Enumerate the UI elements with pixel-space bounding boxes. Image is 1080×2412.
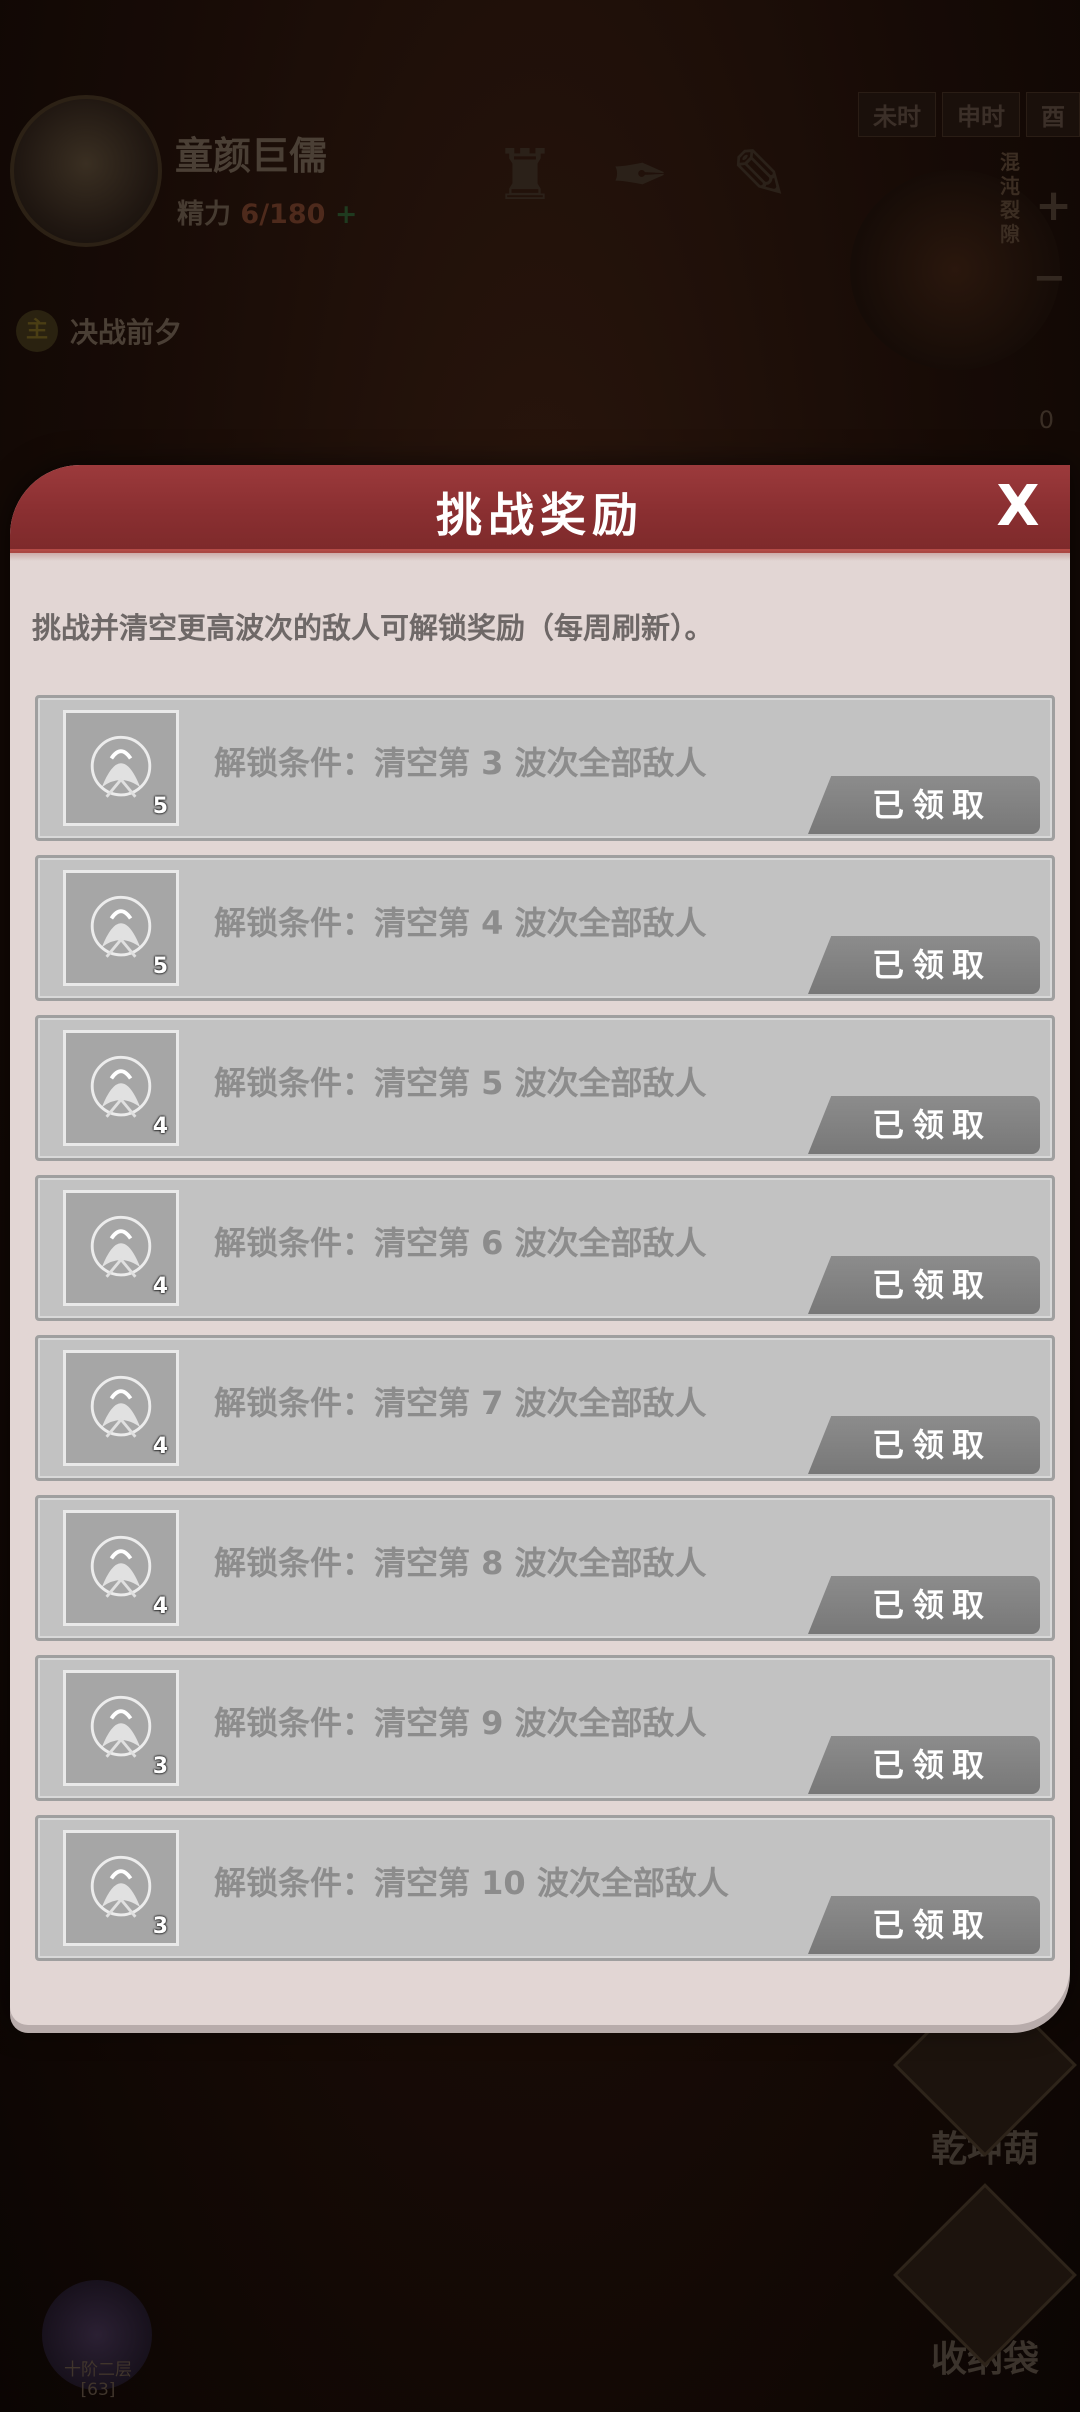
qiankun-button[interactable]: 乾坤葫 [893,1973,1077,2172]
side-vertical-label: 混沌裂隙 [1000,150,1020,246]
unlock-condition: 解锁条件：清空第 5 波次全部敌人 [214,1064,707,1102]
claimed-button[interactable]: 已领取 [808,1736,1040,1794]
player-name: 童颜巨儒 [175,133,328,178]
item-count: 3 [152,1754,168,1779]
reward-item[interactable]: 3 [63,1670,179,1786]
reward-item[interactable]: 4 [63,1510,179,1626]
reward-list[interactable]: 5 解锁条件：清空第 3 波次全部敌人 已领取 5 解锁条件：清空第 4 波次全… [25,695,1060,1985]
item-count: 4 [152,1434,168,1459]
stamina-plus-button[interactable]: + [335,199,358,230]
unlock-condition: 解锁条件：清空第 9 波次全部敌人 [214,1704,707,1742]
realm-level: [63] [80,2380,116,2400]
storage-button[interactable]: 收纳袋 [893,2183,1077,2382]
reward-row: 5 解锁条件：清空第 4 波次全部敌人 已领取 [35,855,1055,1001]
bell-icon[interactable]: ♜ [485,130,565,220]
claimed-button[interactable]: 已领取 [808,1096,1040,1154]
modal-title: 挑战奖励 [436,488,644,542]
modal-description: 挑战并清空更高波次的敌人可解锁奖励（每周刷新）。 [32,611,714,645]
reward-item[interactable]: 3 [63,1830,179,1946]
counter-value: 0 [1038,406,1054,434]
scroll-icon[interactable]: ✒ [600,130,680,220]
unlock-condition: 解锁条件：清空第 8 波次全部敌人 [214,1544,707,1582]
reward-row: 3 解锁条件：清空第 9 波次全部敌人 已领取 [35,1655,1055,1801]
claimed-button[interactable]: 已领取 [808,1896,1040,1954]
time-tab[interactable]: 申时 [942,92,1020,137]
zoom-out-icon[interactable]: − [1032,255,1066,301]
reward-row: 3 解锁条件：清空第 10 波次全部敌人 已领取 [35,1815,1055,1961]
item-count: 4 [152,1594,168,1619]
time-tab[interactable]: 未时 [858,92,936,137]
reward-row: 4 解锁条件：清空第 8 波次全部敌人 已领取 [35,1495,1055,1641]
realm-label: 十阶二层 [63] [48,2360,148,2400]
time-tab[interactable]: 酉 [1026,92,1080,137]
item-count: 3 [152,1914,168,1939]
book-icon[interactable]: ✎ [720,130,800,220]
modal-header: 挑战奖励 X [10,465,1070,561]
stamina-label: 精力 [177,199,231,230]
close-icon[interactable]: X [988,477,1048,537]
zoom-in-icon[interactable]: + [1035,180,1072,231]
challenge-reward-modal: 挑战奖励 X 挑战并清空更高波次的敌人可解锁奖励（每周刷新）。 5 解锁条件：清… [10,465,1070,2025]
reward-row: 5 解锁条件：清空第 3 波次全部敌人 已领取 [35,695,1055,841]
unlock-condition: 解锁条件：清空第 4 波次全部敌人 [214,904,707,942]
player-avatar[interactable] [10,95,162,247]
item-count: 5 [152,954,168,979]
realm-name: 十阶二层 [64,2360,132,2380]
reward-item[interactable]: 4 [63,1190,179,1306]
unlock-condition: 解锁条件：清空第 3 波次全部敌人 [214,744,707,782]
reward-item[interactable]: 5 [63,870,179,986]
item-count: 4 [152,1114,168,1139]
reward-item[interactable]: 4 [63,1030,179,1146]
unlock-condition: 解锁条件：清空第 7 波次全部敌人 [214,1384,707,1422]
claimed-button[interactable]: 已领取 [808,776,1040,834]
stamina-value: 6/180 [240,199,326,230]
reward-row: 4 解锁条件：清空第 5 波次全部敌人 已领取 [35,1015,1055,1161]
reward-item[interactable]: 5 [63,710,179,826]
quest-row[interactable]: 主 决战前夕 [16,310,182,352]
stamina-row: 精力 6/180 + [177,192,357,231]
quest-tag: 主 [16,310,58,352]
unlock-condition: 解锁条件：清空第 6 波次全部敌人 [214,1224,707,1262]
claimed-button[interactable]: 已领取 [808,1256,1040,1314]
lantern-image [850,170,1060,370]
claimed-button[interactable]: 已领取 [808,1416,1040,1474]
time-tabs: 未时 申时 酉 [858,92,1080,137]
claimed-button[interactable]: 已领取 [808,936,1040,994]
unlock-condition: 解锁条件：清空第 10 波次全部敌人 [214,1864,729,1902]
reward-row: 4 解锁条件：清空第 6 波次全部敌人 已领取 [35,1175,1055,1321]
reward-item[interactable]: 4 [63,1350,179,1466]
quest-title: 决战前夕 [70,316,183,349]
item-count: 4 [152,1274,168,1299]
claimed-button[interactable]: 已领取 [808,1576,1040,1634]
reward-row: 4 解锁条件：清空第 7 波次全部敌人 已领取 [35,1335,1055,1481]
item-count: 5 [152,794,168,819]
